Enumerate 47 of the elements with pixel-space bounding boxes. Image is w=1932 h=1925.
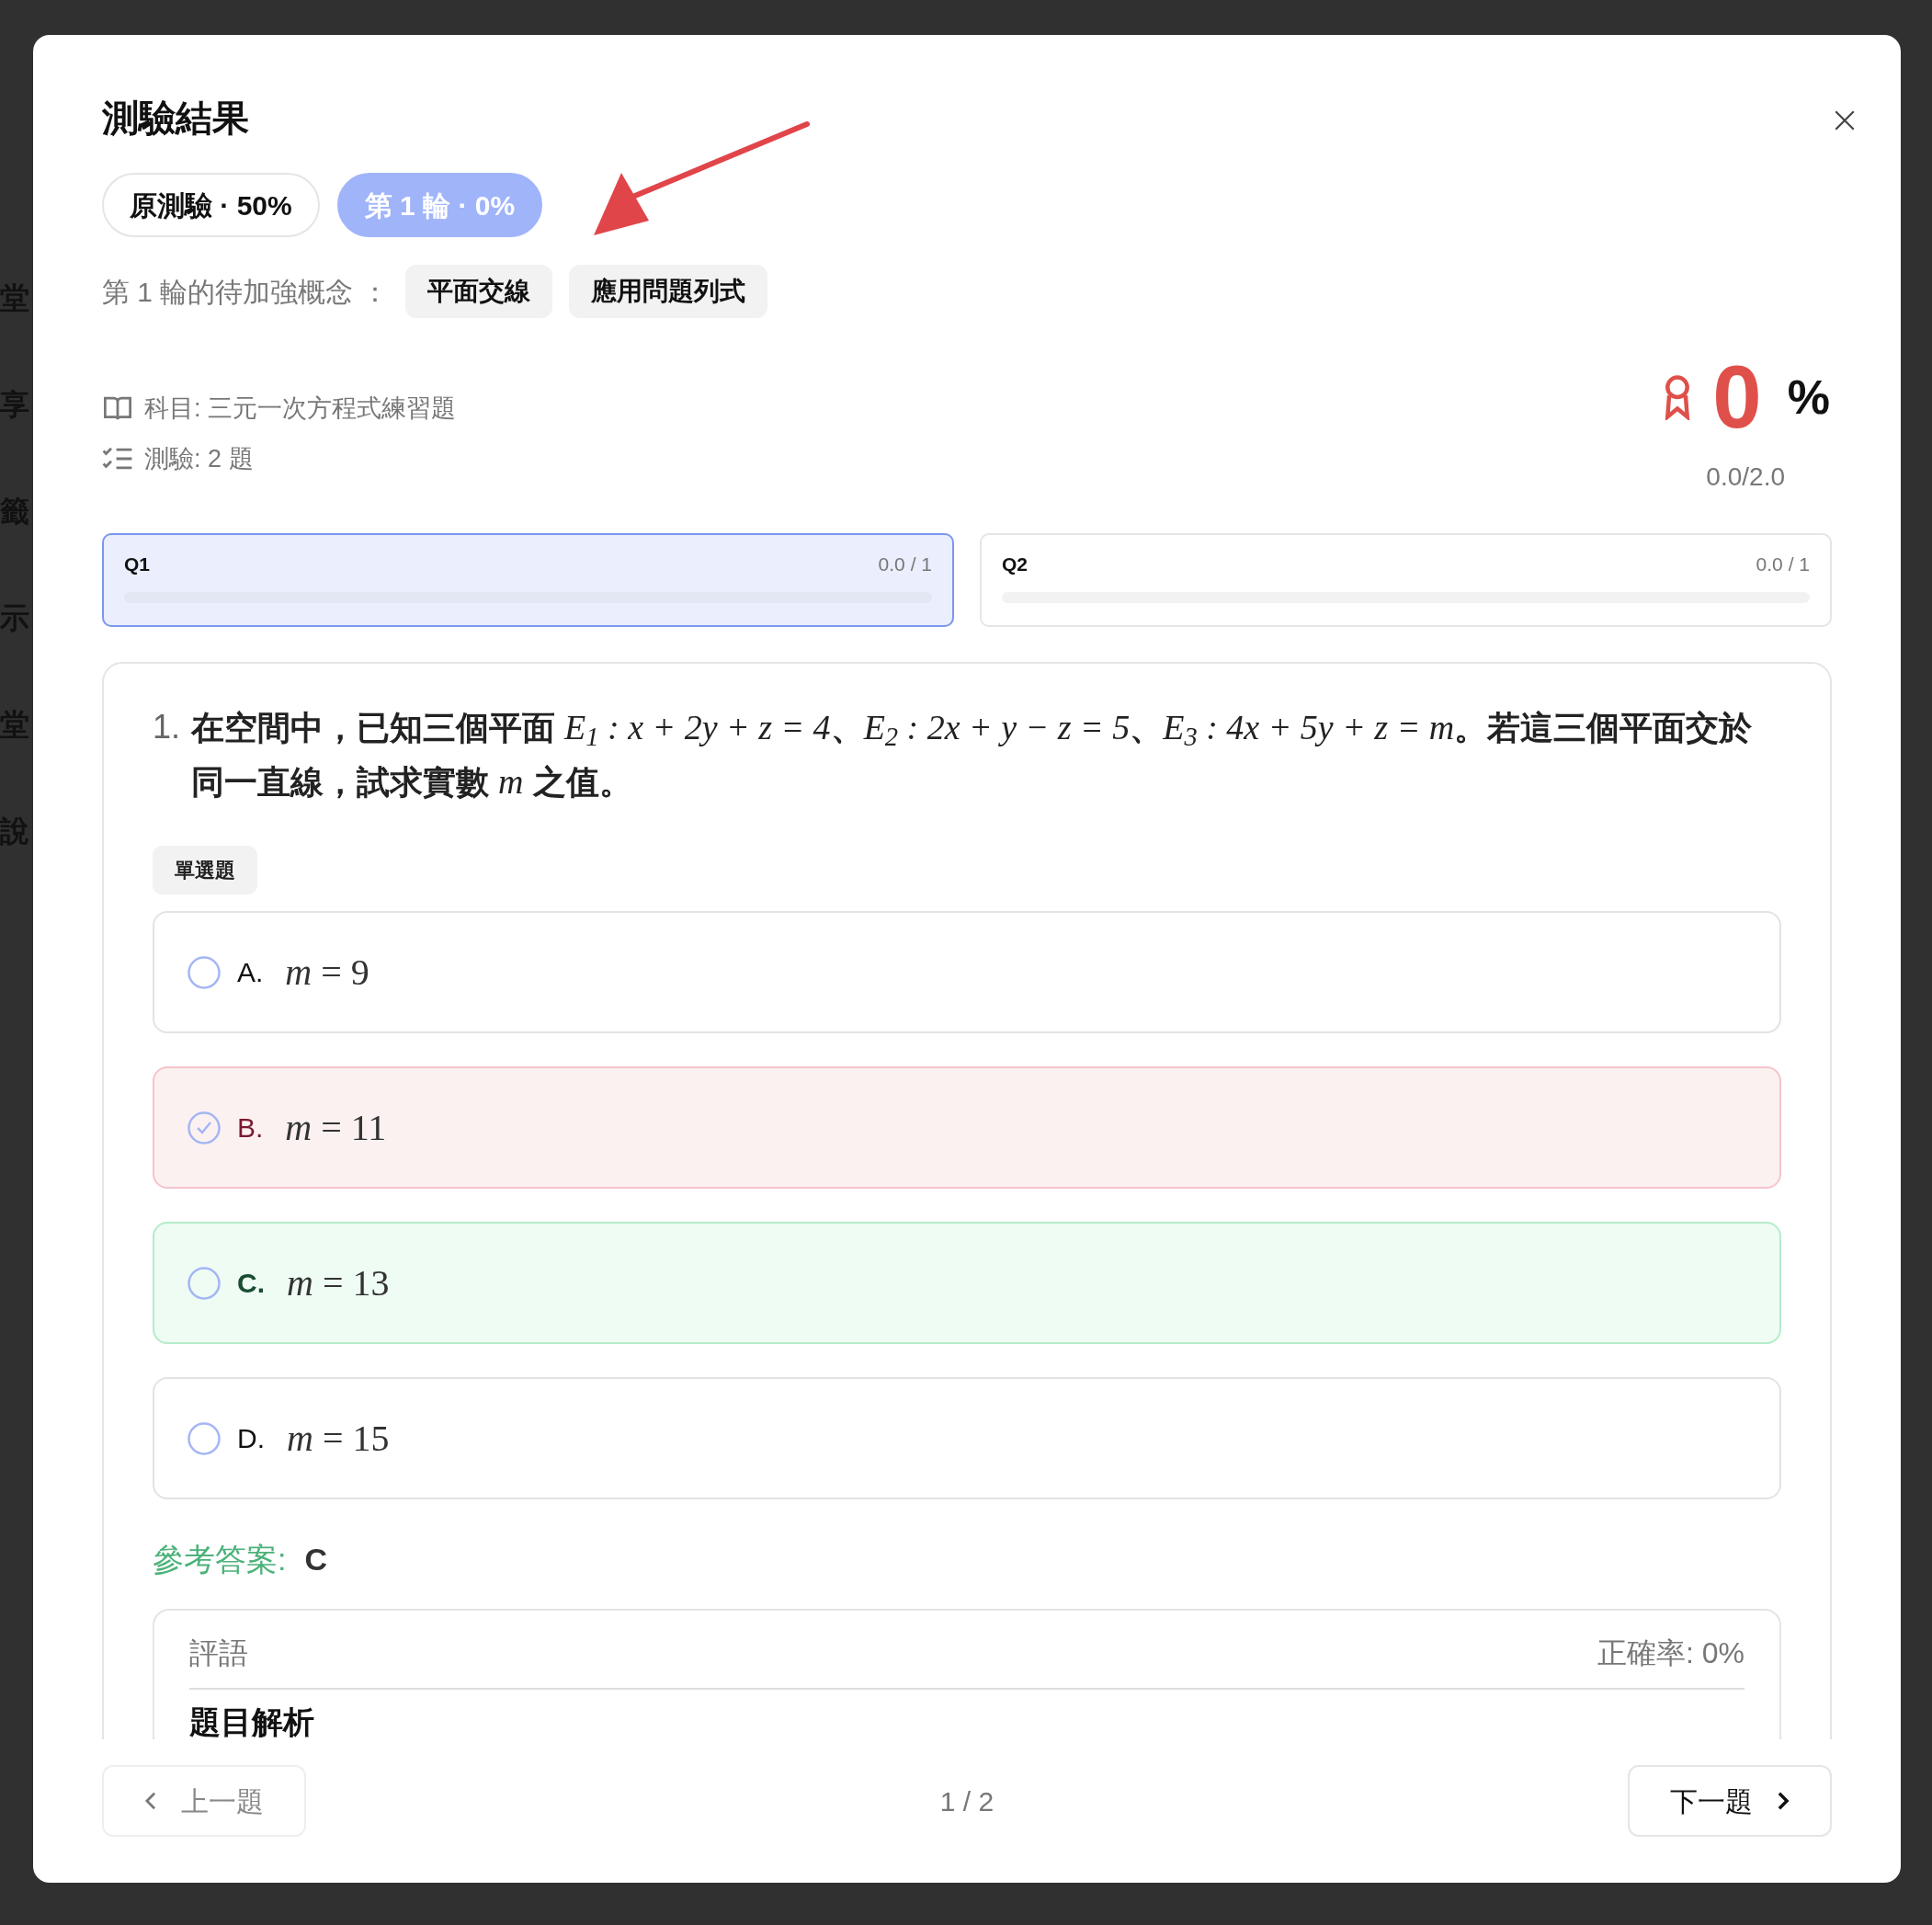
question-score: 0.0 / 1	[878, 552, 932, 576]
answer-value: C	[304, 1541, 327, 1578]
quiz-count: 測驗: 2 題	[144, 443, 254, 474]
previous-button[interactable]: 上一題	[102, 1765, 306, 1837]
accuracy-text: 正確率: 0%	[1597, 1635, 1744, 1671]
option-letter: A.	[237, 956, 264, 989]
chevron-left-icon	[144, 1791, 157, 1811]
question-label: Q1	[124, 552, 150, 576]
question-text: 在空間中，已知三個平面 E$_{1}$ : x + 2y + z = 4、E$_{2}$ : 2x + y − z = 5、E$_{3}$ : 4x + 5y + z = m。若這三個平面交於同一直線，試求實數 m 之值。	[191, 707, 1754, 803]
option-value: m = 11	[285, 1105, 387, 1150]
option-letter: C.	[237, 1267, 265, 1300]
concept-tag: 平面交線	[404, 265, 552, 318]
question-nav-card[interactable]: Q2 0.0 / 1	[980, 533, 1832, 627]
option-letter: D.	[237, 1422, 265, 1455]
question-label: Q2	[1002, 552, 1028, 576]
score-unit: %	[1787, 370, 1830, 426]
subject-text: 科目: 三元一次方程式練習題	[144, 393, 456, 424]
question-type-tag: 單選題	[153, 846, 257, 894]
checklist-icon	[102, 445, 133, 472]
answer-option[interactable]: B. m = 11	[153, 1066, 1781, 1189]
radio-button[interactable]	[188, 955, 221, 989]
answer-label: 參考答案:	[153, 1541, 287, 1578]
question-score: 0.0 / 1	[1756, 552, 1810, 576]
answer-option[interactable]: D. m = 15	[153, 1377, 1781, 1499]
dialog-title: 測驗結果	[102, 99, 250, 136]
option-value: m = 13	[287, 1260, 390, 1305]
analysis-heading: 題目解析	[189, 1703, 315, 1739]
option-value: m = 15	[287, 1416, 390, 1461]
score-value: 0	[1712, 353, 1762, 441]
round-tab[interactable]: 原測驗 · 50%	[102, 173, 320, 237]
score-points: 0.0/2.0	[1706, 461, 1785, 493]
comment-label: 評語	[189, 1635, 248, 1671]
close-icon[interactable]	[1833, 108, 1857, 132]
answer-option[interactable]: A. m = 9	[153, 911, 1781, 1033]
answer-option[interactable]: C. m = 13	[153, 1222, 1781, 1344]
question-number: 1.	[153, 707, 181, 747]
next-button[interactable]: 下一題	[1628, 1765, 1832, 1837]
radio-button[interactable]	[188, 1266, 221, 1300]
option-letter: B.	[237, 1111, 264, 1145]
option-value: m = 9	[285, 950, 369, 995]
radio-button[interactable]	[188, 1421, 221, 1455]
chevron-right-icon	[1777, 1791, 1790, 1811]
concepts-label: 第 1 輪的待加強概念 ：	[102, 275, 389, 309]
question-nav-card[interactable]: Q1 0.0 / 1	[102, 533, 954, 627]
radio-checked[interactable]	[188, 1111, 221, 1145]
page-indicator: 1 / 2	[939, 1784, 994, 1818]
concept-tag: 應用問題列式	[568, 265, 767, 318]
